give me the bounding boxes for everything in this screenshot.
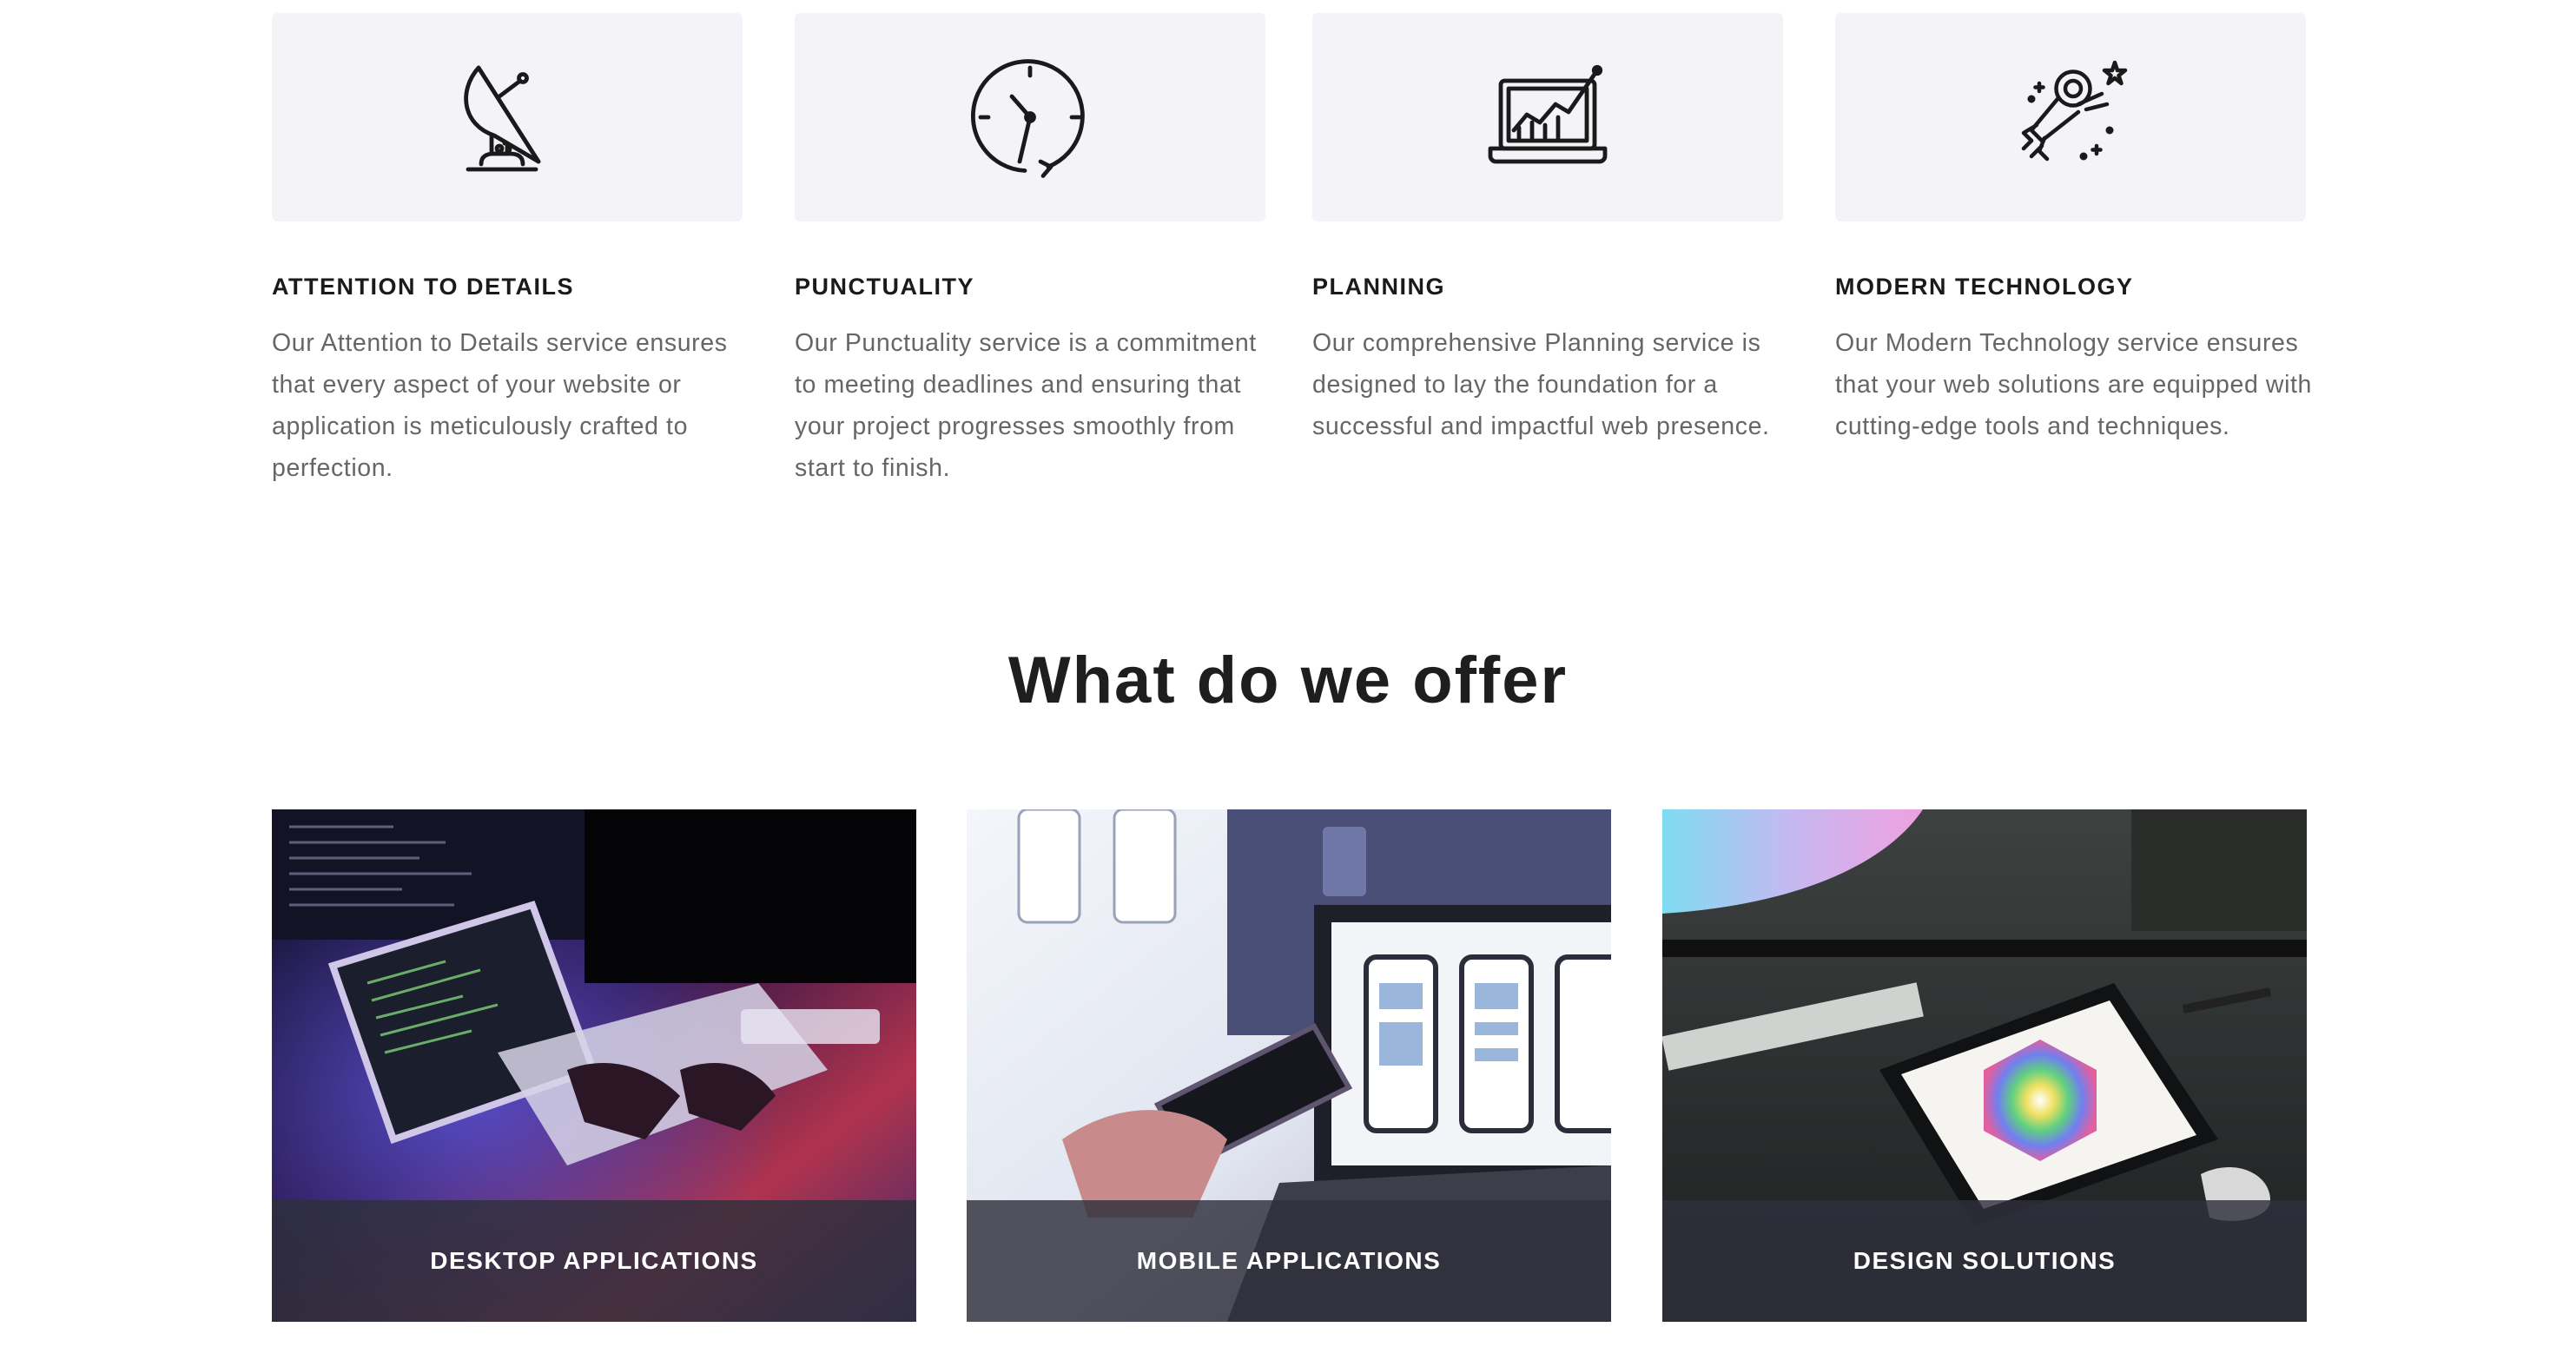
feature-icon-tile	[272, 13, 743, 221]
astronaut-rocket-icon	[2021, 60, 2128, 162]
section-title: What do we offer	[1007, 644, 1569, 717]
offer-card-caption: DESIGN SOLUTIONS	[1662, 1200, 2307, 1322]
offer-card-label: MOBILE APPLICATIONS	[1136, 1247, 1442, 1274]
clock-icon	[971, 59, 1085, 178]
feature-description: Our Modern Technology service ensures th…	[1835, 329, 2313, 440]
feature-icon-tile	[1835, 13, 2306, 221]
feature-attention-to-details: ATTENTION TO DETAILS Our Attention to De…	[272, 13, 743, 482]
feature-title: PLANNING	[1312, 274, 1445, 300]
feature-modern-technology: MODERN TECHNOLOGY Our Modern Technology …	[1835, 13, 2311, 440]
laptop-chart-icon	[1488, 64, 1608, 164]
offer-card-caption: MOBILE APPLICATIONS	[967, 1200, 1611, 1322]
offer-card-design-solutions[interactable]: DESIGN SOLUTIONS	[1662, 809, 2307, 1322]
feature-title: MODERN TECHNOLOGY	[1835, 274, 2134, 300]
offer-card-caption: DESKTOP APPLICATIONS	[272, 1200, 916, 1322]
feature-title: PUNCTUALITY	[795, 274, 974, 300]
offer-card-mobile-applications[interactable]: MOBILE APPLICATIONS	[967, 809, 1611, 1322]
satellite-dish-icon	[464, 65, 541, 172]
feature-planning: PLANNING Our comprehensive Planning serv…	[1312, 13, 1783, 440]
offer-card-desktop-applications[interactable]: DESKTOP APPLICATIONS	[272, 809, 916, 1322]
feature-description: Our Attention to Details service ensures…	[272, 329, 728, 482]
feature-icon-tile	[795, 13, 1265, 221]
feature-description: Our comprehensive Planning service is de…	[1312, 329, 1770, 440]
feature-title: ATTENTION TO DETAILS	[272, 274, 574, 300]
feature-punctuality: PUNCTUALITY Our Punctuality service is a…	[795, 13, 1265, 482]
offer-card-label: DESIGN SOLUTIONS	[1853, 1247, 2117, 1274]
offer-card-label: DESKTOP APPLICATIONS	[430, 1247, 758, 1274]
feature-description: Our Punctuality service is a commitment …	[795, 329, 1257, 482]
feature-icon-tile	[1312, 13, 1783, 221]
